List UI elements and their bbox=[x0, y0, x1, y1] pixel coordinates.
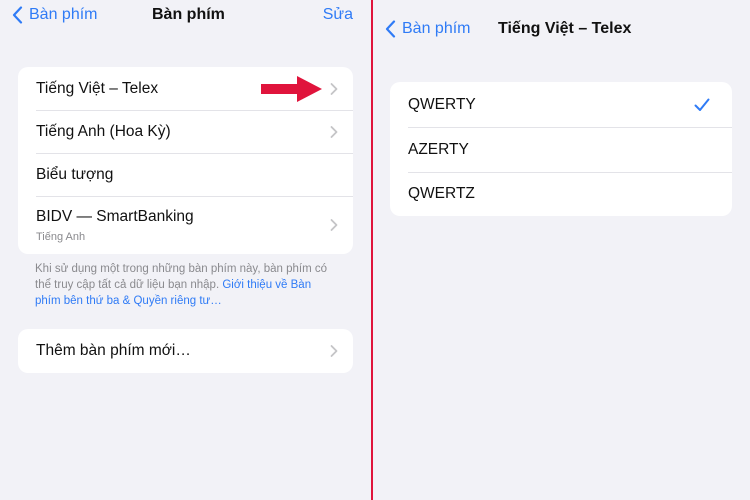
chevron-right-icon bbox=[330, 82, 338, 95]
edit-button[interactable]: Sửa bbox=[323, 6, 353, 24]
keyboard-item-bidv-smartbanking[interactable]: BIDV — SmartBanking Tiếng Anh bbox=[18, 196, 353, 254]
page-title: Bàn phím bbox=[152, 6, 225, 23]
add-keyboard-group: Thêm bàn phím mới… bbox=[18, 329, 353, 373]
keyboard-item-label: Biểu tượng bbox=[36, 165, 114, 183]
keyboard-item-sublabel: Tiếng Anh bbox=[36, 230, 86, 243]
keyboard-item-label: Tiếng Anh (Hoa Kỳ) bbox=[36, 122, 171, 140]
layout-option-label: QWERTZ bbox=[408, 185, 475, 202]
keyboard-item-emoji[interactable]: Biểu tượng bbox=[18, 153, 353, 196]
chevron-left-icon bbox=[385, 20, 396, 38]
layout-option-qwertz[interactable]: QWERTZ bbox=[390, 172, 732, 216]
back-label: Bàn phím bbox=[29, 6, 98, 23]
keyboard-item-english-us[interactable]: Tiếng Anh (Hoa Kỳ) bbox=[18, 110, 353, 153]
layout-option-qwerty[interactable]: QWERTY bbox=[390, 82, 732, 127]
nav-bar: Bàn phím Tiếng Việt – Telex bbox=[373, 0, 750, 38]
keyboard-item-label: BIDV — SmartBanking bbox=[36, 207, 194, 225]
add-keyboard-button[interactable]: Thêm bàn phím mới… bbox=[18, 329, 353, 373]
chevron-left-icon bbox=[12, 6, 23, 24]
layout-option-azerty[interactable]: AZERTY bbox=[390, 127, 732, 172]
back-label: Bàn phím bbox=[402, 20, 471, 37]
keyboard-item-label: Tiếng Việt – Telex bbox=[36, 79, 159, 97]
layout-list: QWERTY AZERTY QWERTZ bbox=[390, 82, 732, 216]
chevron-right-icon bbox=[330, 219, 338, 231]
layout-option-label: QWERTY bbox=[408, 95, 476, 113]
keyboards-screen: Bàn phím Bàn phím Sửa Tiếng Việt – Telex… bbox=[0, 0, 371, 500]
back-button[interactable]: Bàn phím bbox=[12, 6, 97, 24]
page-title: Tiếng Việt – Telex bbox=[498, 20, 632, 37]
chevron-right-icon bbox=[330, 125, 338, 138]
layout-option-label: AZERTY bbox=[408, 140, 469, 158]
add-keyboard-label: Thêm bàn phím mới… bbox=[36, 342, 191, 359]
back-button[interactable]: Bàn phím bbox=[385, 20, 470, 38]
telex-layout-screen: Bàn phím Tiếng Việt – Telex QWERTY AZERT… bbox=[373, 0, 750, 500]
chevron-right-icon bbox=[330, 345, 338, 357]
red-arrow-icon bbox=[261, 76, 322, 102]
privacy-footnote: Khi sử dụng một trong những bàn phím này… bbox=[35, 261, 335, 309]
checkmark-icon bbox=[694, 98, 710, 111]
nav-bar: Bàn phím Bàn phím Sửa bbox=[0, 0, 371, 34]
